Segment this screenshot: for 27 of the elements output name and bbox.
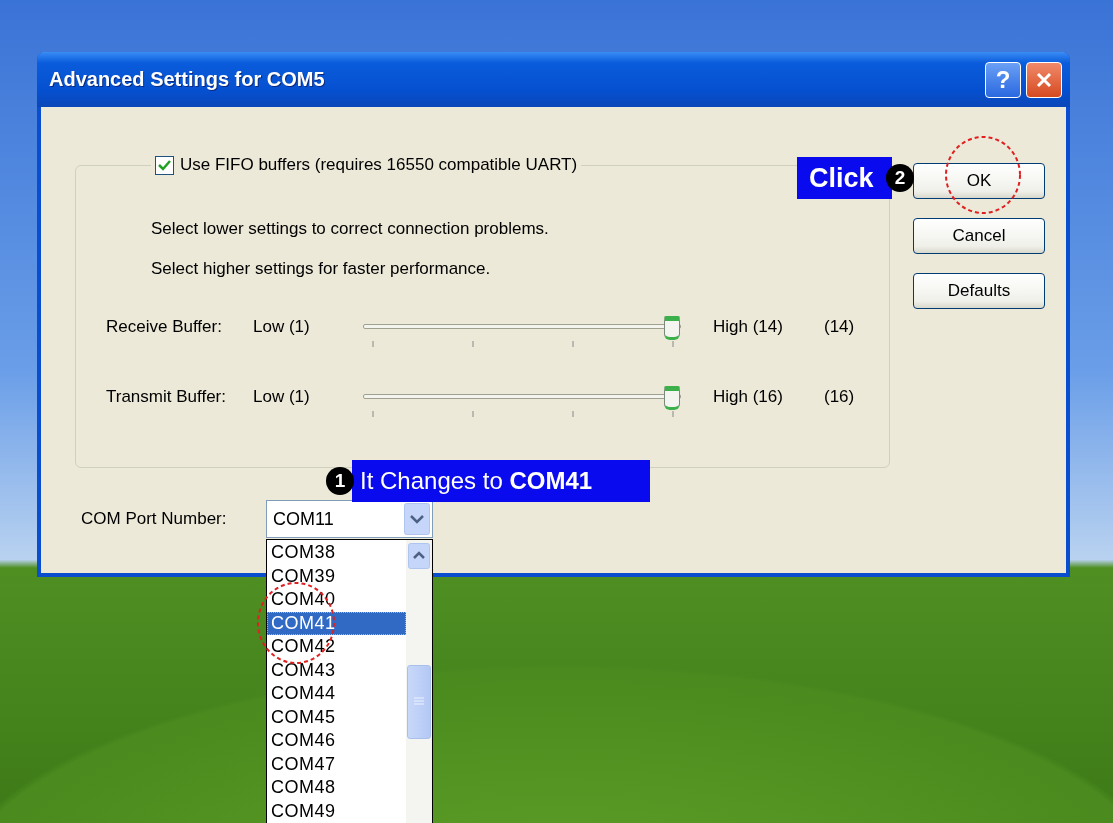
dialog-button[interactable]: OK: [913, 163, 1045, 199]
dialog-button[interactable]: Defaults: [913, 273, 1045, 309]
checkbox-label: Use FIFO buffers (requires 16550 compatible UART): [180, 155, 578, 175]
fifo-checkbox[interactable]: [155, 155, 174, 175]
dialog-button[interactable]: Cancel: [913, 218, 1045, 254]
dropdown-value: COM11: [273, 508, 335, 530]
com-port-label: COM Port Number:: [81, 509, 228, 529]
hint-text: Select higher settings for faster performance.: [151, 259, 492, 279]
low-label: Low (1): [253, 317, 311, 337]
slider-label: Transmit Buffer:: [106, 387, 227, 407]
close-button[interactable]: [1026, 61, 1062, 98]
scroll-up-icon[interactable]: [408, 543, 430, 569]
grip-icon: [414, 697, 424, 707]
window-title: Advanced Settings for COM5: [49, 68, 326, 91]
check-icon: [158, 159, 171, 171]
list-option[interactable]: COM41: [267, 611, 406, 635]
callout-label: Click: [797, 157, 892, 199]
hint-text: Select lower settings to correct connection problems.: [151, 219, 550, 239]
scroll-thumb[interactable]: [407, 665, 431, 739]
callout-label: It Changes to COM41: [352, 460, 650, 502]
slider-label: Receive Buffer:: [106, 317, 223, 337]
high-label: High (16): [713, 387, 784, 407]
high-label: High (14): [713, 317, 784, 337]
close-icon: [1035, 70, 1053, 89]
low-label: Low (1): [253, 387, 311, 407]
buffer-reading: (16): [824, 387, 855, 407]
buffer-reading: (14): [824, 317, 855, 337]
